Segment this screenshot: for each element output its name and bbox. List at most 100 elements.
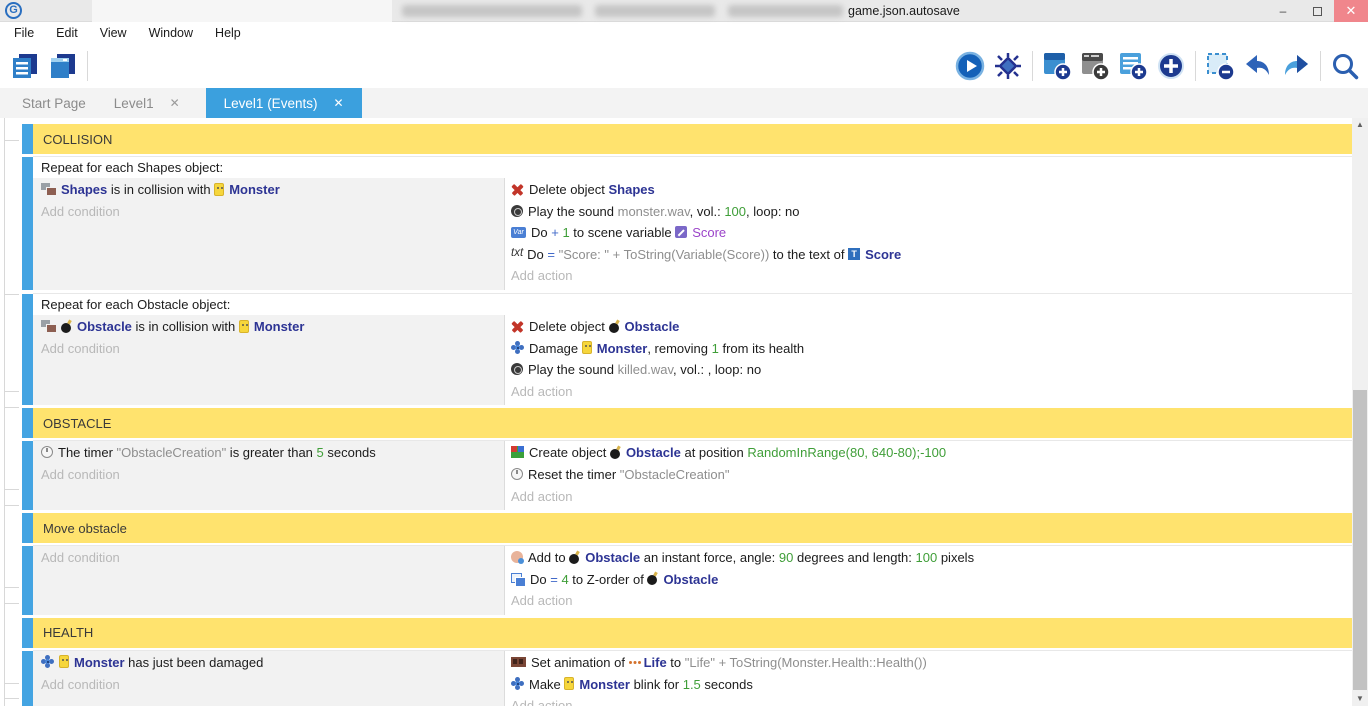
menu-view[interactable]: View	[96, 24, 131, 42]
events-sheet-icon[interactable]	[10, 51, 40, 81]
add-event-icon[interactable]	[1042, 51, 1072, 81]
action-line[interactable]: Delete object Shapes	[505, 179, 1352, 201]
action-line[interactable]: Make Monster blink for 1.5 seconds	[505, 674, 1352, 696]
action-line[interactable]: Create object Obstacle at position Rando…	[505, 442, 1352, 464]
scene-editor-icon[interactable]	[48, 51, 78, 81]
close-button[interactable]: ✕	[1334, 0, 1368, 22]
conditions-cell[interactable]: Shapes is in collision with Monster Add c…	[33, 178, 505, 290]
scroll-down-icon[interactable]: ▼	[1352, 692, 1368, 706]
conditions-cell[interactable]: Obstacle is in collision with MonsterAdd…	[33, 315, 505, 405]
delete-icon	[511, 320, 524, 333]
tab-level1-events[interactable]: Level1 (Events) ✕	[206, 88, 362, 118]
deselect-icon[interactable]	[1205, 51, 1235, 81]
event-repeat-header[interactable]: Repeat for each Shapes object:	[33, 157, 1352, 178]
tab-level1[interactable]: Level1 ✕	[102, 88, 192, 118]
condition-line[interactable]: Add condition	[33, 338, 504, 360]
conditions-cell[interactable]: Monster has just been damagedAdd conditi…	[33, 651, 505, 706]
text-segment: +	[551, 225, 562, 240]
actions-cell[interactable]: Set animation of Life to "Life" + ToStri…	[505, 651, 1352, 706]
action-line[interactable]: Reset the timer "ObstacleCreation"	[505, 464, 1352, 486]
add-subevent-icon[interactable]	[1118, 51, 1148, 81]
actions-cell[interactable]: Delete object ObstacleDamage Monster, re…	[505, 315, 1352, 405]
condition-line[interactable]: Shapes is in collision with Monster	[33, 179, 504, 201]
close-icon[interactable]: ✕	[170, 96, 180, 110]
condition-line[interactable]: Monster has just been damaged	[33, 652, 504, 674]
actions-cell[interactable]: Create object Obstacle at position Rando…	[505, 441, 1352, 510]
vertical-scrollbar[interactable]: ▲ ▼	[1352, 118, 1368, 706]
menu-file[interactable]: File	[10, 24, 38, 42]
undo-icon[interactable]	[1243, 51, 1273, 81]
add-new-icon[interactable]	[1156, 51, 1186, 81]
text-segment: Do	[531, 225, 551, 240]
condition-line[interactable]: Add condition	[33, 464, 504, 486]
condition-line[interactable]: Add condition	[33, 674, 504, 696]
action-line[interactable]: VarDo + 1 to scene variable Score	[505, 222, 1352, 244]
text-segment: Monster	[74, 655, 125, 670]
tab-start-page[interactable]: Start Page	[10, 88, 98, 118]
debug-icon[interactable]	[993, 51, 1023, 81]
add-comment-icon[interactable]	[1080, 51, 1110, 81]
event[interactable]: Add conditionAdd to Obstacle an instant …	[33, 545, 1352, 615]
action-line[interactable]: Add action	[505, 590, 1352, 612]
action-line[interactable]: Damage Monster, removing 1 from its heal…	[505, 338, 1352, 360]
monster-icon	[59, 655, 69, 668]
event-group-header[interactable]: COLLISION	[33, 124, 1352, 154]
play-icon[interactable]	[955, 51, 985, 81]
close-icon[interactable]: ✕	[333, 96, 343, 110]
text-segment: Score	[865, 247, 901, 262]
event-group-header[interactable]: Move obstacle	[33, 513, 1352, 543]
scroll-up-icon[interactable]: ▲	[1352, 118, 1368, 132]
action-line[interactable]: Add action	[505, 695, 1352, 706]
conditions-cell[interactable]: The timer "ObstacleCreation" is greater …	[33, 441, 505, 510]
action-line[interactable]: Add to Obstacle an instant force, angle:…	[505, 547, 1352, 569]
minimize-button[interactable]: –	[1266, 0, 1300, 22]
menu-bar: File Edit View Window Help	[0, 22, 1368, 44]
event-repeat-header[interactable]: Repeat for each Obstacle object:	[33, 294, 1352, 315]
text-segment: Play the sound	[528, 362, 618, 377]
toolbar-right	[951, 51, 1364, 81]
event[interactable]: Repeat for each Obstacle object:Obstacle…	[33, 293, 1352, 405]
window-title: game.json.autosave	[848, 4, 960, 18]
action-line[interactable]: Play the sound killed.wav, vol.: , loop:…	[505, 359, 1352, 381]
event-group-header[interactable]: OBSTACLE	[33, 408, 1352, 438]
text-segment: 100	[724, 204, 746, 219]
event[interactable]: Repeat for each Shapes object:Shapes is …	[33, 156, 1352, 290]
event[interactable]: Monster has just been damagedAdd conditi…	[33, 650, 1352, 706]
text-segment: Add condition	[41, 204, 120, 219]
text-segment: is in collision with	[107, 182, 214, 197]
event[interactable]: The timer "ObstacleCreation" is greater …	[33, 440, 1352, 510]
action-line[interactable]: Add action	[505, 381, 1352, 403]
text-segment: Shapes	[61, 182, 107, 197]
condition-line[interactable]: Add condition	[33, 201, 504, 223]
condition-line[interactable]: Obstacle is in collision with Monster	[33, 316, 504, 338]
action-line[interactable]: Set animation of Life to "Life" + ToStri…	[505, 652, 1352, 674]
text-segment: an instant force, angle:	[640, 550, 779, 565]
menu-window[interactable]: Window	[145, 24, 197, 42]
bomb-icon	[61, 320, 72, 333]
group-label: Move obstacle	[33, 521, 127, 536]
timer-icon	[511, 468, 523, 480]
action-line[interactable]: Add action	[505, 265, 1352, 287]
condition-line[interactable]: The timer "ObstacleCreation" is greater …	[33, 442, 504, 464]
action-line[interactable]: Delete object Obstacle	[505, 316, 1352, 338]
text-segment: 90	[779, 550, 793, 565]
condition-line[interactable]: Add condition	[33, 547, 504, 569]
maximize-button[interactable]	[1300, 0, 1334, 22]
search-icon[interactable]	[1330, 51, 1360, 81]
actions-cell[interactable]: Add to Obstacle an instant force, angle:…	[505, 546, 1352, 615]
health-icon	[511, 341, 524, 354]
event-group-header[interactable]: HEALTH	[33, 618, 1352, 648]
menu-edit[interactable]: Edit	[52, 24, 82, 42]
text-segment: seconds	[701, 677, 753, 692]
redo-icon[interactable]	[1281, 51, 1311, 81]
menu-help[interactable]: Help	[211, 24, 245, 42]
action-line[interactable]: Do = 4 to Z-order of Obstacle	[505, 569, 1352, 591]
text-segment: degrees and length:	[793, 550, 915, 565]
action-line[interactable]: txtDo = "Score: " + ToString(Variable(Sc…	[505, 244, 1352, 266]
actions-cell[interactable]: Delete object ShapesPlay the sound monst…	[505, 178, 1352, 290]
action-line[interactable]: Play the sound monster.wav, vol.: 100, l…	[505, 201, 1352, 223]
text-segment: Add condition	[41, 467, 120, 482]
scrollbar-thumb[interactable]	[1353, 390, 1367, 690]
conditions-cell[interactable]: Add condition	[33, 546, 505, 615]
action-line[interactable]: Add action	[505, 486, 1352, 508]
